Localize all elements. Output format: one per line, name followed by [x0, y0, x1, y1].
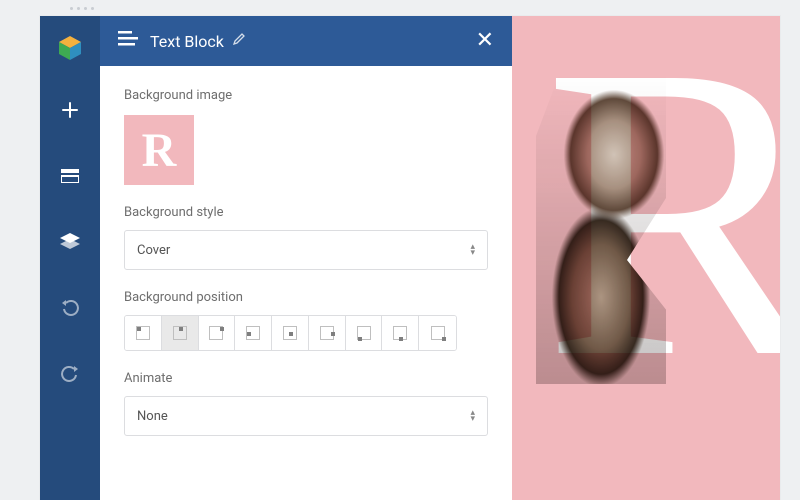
field-animate: Animate None ▴▾	[124, 371, 488, 436]
close-panel-button[interactable]: ✕	[476, 30, 494, 52]
field-background-position: Background position	[124, 290, 488, 351]
chevron-updown-icon: ▴▾	[470, 244, 475, 256]
sidebar-undo-button[interactable]	[52, 290, 88, 326]
animate-select[interactable]: None ▴▾	[124, 396, 488, 436]
sidebar-add-button[interactable]	[52, 92, 88, 128]
bg-style-value: Cover	[137, 243, 170, 258]
preview-figure-overlay	[536, 74, 666, 384]
bg-position-right-center[interactable]	[309, 316, 346, 350]
sidebar-layers-button[interactable]	[52, 224, 88, 260]
bg-image-glyph: R	[142, 123, 177, 178]
animate-label: Animate	[124, 371, 488, 386]
bg-position-left-top[interactable]	[125, 316, 162, 350]
bg-position-left-center[interactable]	[235, 316, 272, 350]
app-logo	[56, 34, 84, 62]
field-background-image: Background image R	[124, 88, 488, 185]
bg-position-center-top[interactable]	[162, 316, 199, 350]
bg-position-right-bottom[interactable]	[419, 316, 456, 350]
settings-panel: Text Block ✕ Background image R Backgrou…	[100, 16, 512, 500]
chevron-updown-icon: ▴▾	[470, 410, 475, 422]
field-background-style: Background style Cover ▴▾	[124, 205, 488, 270]
bg-image-thumbnail[interactable]: R	[124, 115, 194, 185]
bg-style-select[interactable]: Cover ▴▾	[124, 230, 488, 270]
bg-style-label: Background style	[124, 205, 488, 220]
bg-position-label: Background position	[124, 290, 488, 305]
panel-body: Background image R Background style Cove…	[100, 66, 512, 436]
canvas-preview: R	[512, 16, 780, 500]
panel-header: Text Block ✕	[100, 16, 512, 66]
app-window: Text Block ✕ Background image R Backgrou…	[40, 16, 780, 500]
bg-position-center-center[interactable]	[272, 316, 309, 350]
text-block-icon	[118, 31, 138, 51]
edit-title-button[interactable]	[232, 32, 246, 50]
sidebar-row-button[interactable]	[52, 158, 88, 194]
bg-position-center-bottom[interactable]	[382, 316, 419, 350]
bg-position-right-top[interactable]	[199, 316, 236, 350]
sidebar	[40, 16, 100, 500]
bg-image-label: Background image	[124, 88, 488, 103]
bg-position-left-bottom[interactable]	[346, 316, 383, 350]
sidebar-redo-button[interactable]	[52, 356, 88, 392]
panel-title: Text Block	[150, 32, 224, 51]
animate-value: None	[137, 409, 168, 424]
bg-position-grid	[124, 315, 457, 351]
